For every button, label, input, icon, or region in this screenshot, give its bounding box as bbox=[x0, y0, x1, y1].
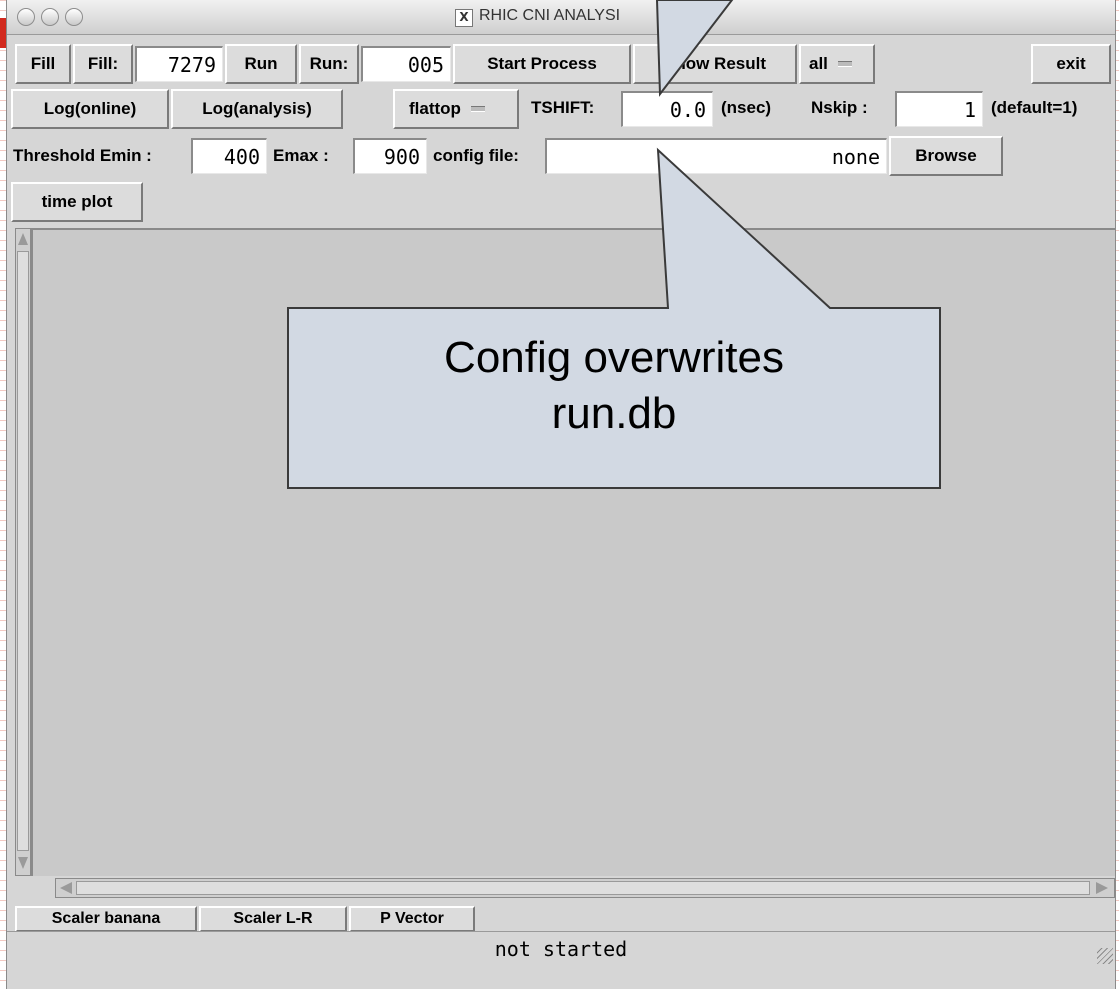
callout-line-1: Config overwrites bbox=[444, 333, 784, 382]
callout-pointer-top bbox=[655, 0, 734, 97]
callout-text: Config overwrites run.db bbox=[288, 330, 940, 442]
callout-line-2: run.db bbox=[551, 389, 677, 438]
callout-overlay bbox=[287, 0, 941, 489]
